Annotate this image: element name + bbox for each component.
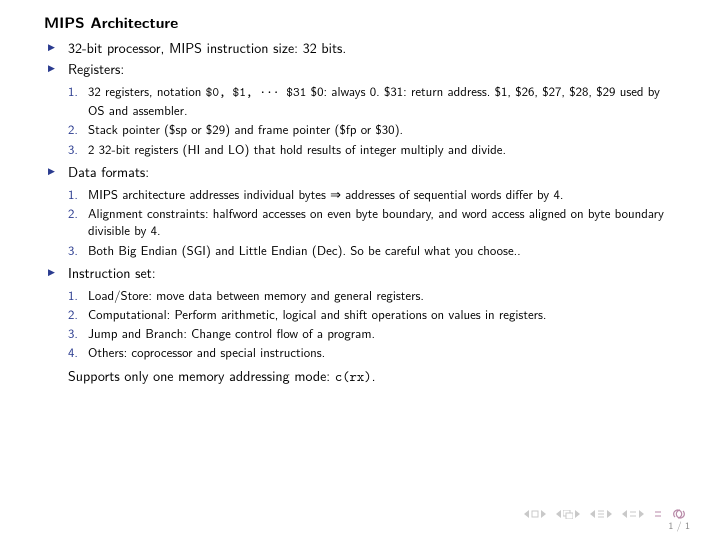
bullet-instrset: Instruction set: 1. Load/Store: move data… — [68, 264, 676, 361]
page-number: 1 / 1 — [668, 518, 690, 533]
bullet-dataformats: Data formats: 1. MIPS architecture addres… — [68, 163, 676, 258]
enum-number: 2. — [68, 305, 78, 322]
dataformats-list: 1. MIPS architecture addresses individual… — [68, 185, 676, 258]
item-text: Jump and Branch: Change control flow of … — [88, 323, 375, 342]
bullet-text: Instruction set: — [68, 263, 156, 283]
enum-number: 4. — [68, 343, 78, 360]
item-text: 2 32-bit registers (HI and LO) that hold… — [88, 139, 506, 158]
item-text: Stack pointer ($sp or $29) and frame poi… — [88, 119, 403, 138]
list-item: 3.Both Big Endian (SGI) and Little Endia… — [88, 241, 676, 258]
item-text: Computational: Perform arithmetic, logic… — [88, 304, 546, 323]
list-item: 2.Stack pointer ($sp or $29) and frame p… — [88, 120, 676, 137]
instrset-list: 1. Load/Store: move data between memory a… — [68, 286, 676, 361]
item-text: Load/Store: move data between memory and… — [88, 285, 424, 304]
bullet-text: Data formats: — [68, 162, 149, 182]
registers-list: 1. 32 registers, notation $0, $1, ··· $31… — [68, 82, 676, 157]
list-item: 1.32 registers, notation $0, $1, ··· $31… — [88, 82, 676, 119]
nav-subsection-group[interactable] — [622, 510, 644, 518]
nav-prev-icon — [622, 510, 628, 518]
item-code: $0, $1, ··· $31 — [206, 84, 307, 101]
slide-title: MIPS Architecture — [44, 10, 676, 33]
item-text: Alignment constraints: halfword accesses… — [88, 203, 664, 239]
nav-subsection-icon — [629, 510, 637, 518]
list-item: 2.Alignment constraints: halfword access… — [88, 204, 676, 239]
nav-next-icon — [574, 510, 580, 518]
enum-number: 3. — [68, 324, 78, 341]
nav-slide-group[interactable] — [524, 510, 546, 518]
enum-number: 1. — [68, 286, 78, 303]
nav-next-icon — [606, 510, 612, 518]
enum-number: 1. — [68, 185, 78, 202]
final-code: c(rx) — [335, 368, 372, 386]
nav-section-group[interactable] — [590, 510, 612, 518]
item-text: Others: coprocessor and special instruct… — [88, 342, 325, 361]
list-item: 4.Others: coprocessor and special instru… — [88, 343, 676, 360]
bullet-text: 32-bit processor, MIPS instruction size:… — [68, 38, 346, 58]
enum-number: 3. — [68, 241, 78, 258]
nav-frame-group[interactable] — [556, 510, 580, 519]
nav-frame-icon — [563, 510, 573, 519]
nav-lines-icon — [654, 510, 662, 518]
slide-content: MIPS Architecture 32-bit processor, MIPS… — [0, 0, 720, 387]
main-bullets: 32-bit processor, MIPS instruction size:… — [44, 39, 676, 361]
item-text: Both Big Endian (SGI) and Little Endian … — [88, 240, 521, 259]
nav-section-icon — [597, 510, 605, 518]
nav-prev-icon — [524, 510, 530, 518]
bullet-processor: 32-bit processor, MIPS instruction size:… — [68, 39, 676, 58]
enum-number: 1. — [68, 82, 78, 99]
item-text: 32 registers, notation — [88, 81, 206, 100]
nav-prev-icon — [590, 510, 596, 518]
nav-slide-icon — [531, 510, 539, 518]
list-item: 2.Computational: Perform arithmetic, log… — [88, 305, 676, 322]
list-item: 1.MIPS architecture addresses individual… — [88, 185, 676, 202]
list-item: 3.2 32-bit registers (HI and LO) that ho… — [88, 140, 676, 157]
nav-next-icon — [540, 510, 546, 518]
nav-prev-icon — [556, 510, 562, 518]
nav-next-icon — [638, 510, 644, 518]
enum-number: 2. — [68, 120, 78, 137]
final-text: . — [372, 366, 376, 386]
item-text: MIPS architecture addresses individual b… — [88, 184, 563, 203]
beamer-nav — [524, 509, 690, 519]
final-line: Supports only one memory addressing mode… — [68, 367, 676, 388]
list-item: 1.Load/Store: move data between memory a… — [88, 286, 676, 303]
final-text: Supports only one memory addressing mode… — [68, 366, 335, 386]
nav-appendix-icon[interactable] — [654, 510, 662, 518]
enum-number: 2. — [68, 204, 78, 221]
enum-number: 3. — [68, 140, 78, 157]
bullet-text: Registers: — [68, 59, 124, 79]
bullet-registers: Registers: 1. 32 registers, notation $0, … — [68, 60, 676, 157]
list-item: 3.Jump and Branch: Change control flow o… — [88, 324, 676, 341]
